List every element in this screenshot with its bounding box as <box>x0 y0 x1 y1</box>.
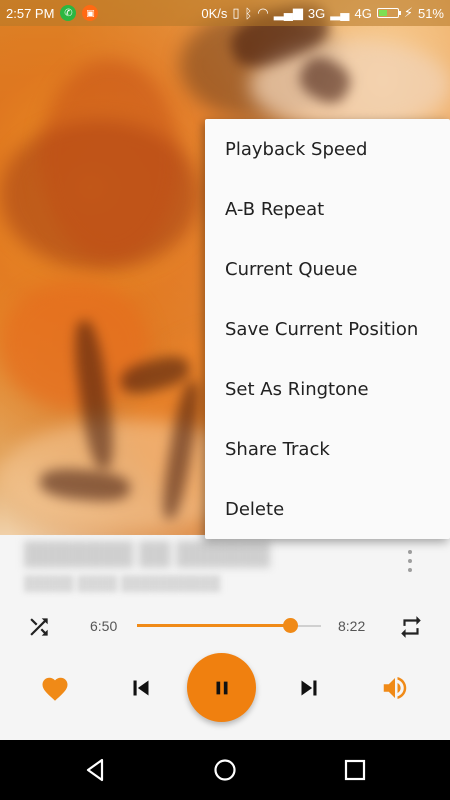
menu-item-current-queue[interactable]: Current Queue <box>205 239 450 299</box>
pause-button[interactable] <box>187 653 256 722</box>
home-icon[interactable] <box>212 757 238 783</box>
menu-item-share-track[interactable]: Share Track <box>205 419 450 479</box>
time-total: 8:22 <box>338 618 366 634</box>
menu-item-ab-repeat[interactable]: A-B Repeat <box>205 179 450 239</box>
bluetooth-icon: ᛒ <box>244 5 253 21</box>
progress-row: 6:50 8:22 <box>0 606 450 646</box>
vibrate-icon: ▯ <box>232 5 240 20</box>
heart-icon[interactable] <box>40 674 70 704</box>
signal-icon-2: ▂▄ <box>330 5 350 20</box>
skip-previous-icon[interactable] <box>126 673 156 703</box>
whatsapp-notification-icon: ✆ <box>60 5 77 21</box>
seekbar[interactable] <box>137 618 321 633</box>
network-type-1: 3G <box>307 5 326 21</box>
recents-icon[interactable] <box>342 757 368 783</box>
shuffle-icon[interactable] <box>26 614 52 640</box>
song-title-blurred: ███████ ██ ██████ <box>24 541 271 566</box>
menu-item-playback-speed[interactable]: Playback Speed <box>205 119 450 179</box>
song-info: ███████ ██ ██████ █████ ████ ██████████ <box>0 535 450 600</box>
charging-icon: ⚡ <box>403 5 413 20</box>
menu-item-set-as-ringtone[interactable]: Set As Ringtone <box>205 359 450 419</box>
seekbar-thumb[interactable] <box>282 618 298 633</box>
menu-item-delete[interactable]: Delete <box>205 479 450 539</box>
music-player-screen: 2:57 PM ✆ ▣ 0K/s ▯ ᛒ ◠ ▂▄▆ 3G ▂▄ 4G ⚡ 51… <box>0 0 450 800</box>
navigation-bar <box>0 740 450 800</box>
more-vert-icon[interactable] <box>400 548 420 574</box>
repeat-icon[interactable] <box>398 614 424 640</box>
signal-icon-1: ▂▄▆ <box>273 5 303 20</box>
overflow-menu: Playback Speed A-B Repeat Current Queue … <box>205 119 450 539</box>
wifi-icon: ◠ <box>257 5 269 20</box>
menu-item-save-current-position[interactable]: Save Current Position <box>205 299 450 359</box>
volume-icon[interactable] <box>380 673 410 703</box>
app-notification-icon: ▣ <box>82 5 99 21</box>
battery-icon <box>376 8 401 18</box>
status-time: 2:57 PM <box>6 5 55 21</box>
time-elapsed: 6:50 <box>90 618 118 634</box>
network-speed: 0K/s <box>201 5 228 21</box>
battery-percent: 51% <box>417 5 444 21</box>
playback-controls <box>0 650 450 730</box>
status-bar: 2:57 PM ✆ ▣ 0K/s ▯ ᛒ ◠ ▂▄▆ 3G ▂▄ 4G ⚡ 51… <box>0 0 450 26</box>
back-icon[interactable] <box>82 757 108 783</box>
skip-next-icon[interactable] <box>294 673 324 703</box>
network-type-2: 4G <box>354 5 372 21</box>
pause-icon <box>216 681 227 694</box>
song-artist-blurred: █████ ████ ██████████ <box>24 575 221 591</box>
